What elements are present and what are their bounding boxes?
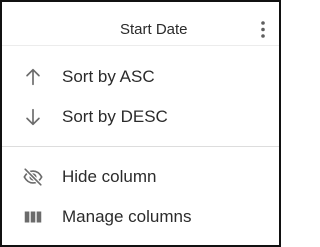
view-columns-icon: [22, 206, 44, 228]
sort-asc-menu-item[interactable]: Sort by ASC: [2, 57, 279, 97]
menu-divider: [2, 146, 279, 147]
arrow-down-icon: [22, 106, 44, 128]
sort-menu-section: Sort by ASC Sort by DESC: [2, 57, 279, 137]
column-actions-section: Hide column Manage columns: [2, 157, 279, 237]
column-header: Start Date: [2, 2, 279, 46]
more-vert-icon[interactable]: [257, 20, 269, 40]
column-header-title: Start Date: [120, 21, 188, 38]
column-menu-panel: Start Date Sort by ASC Sort by DESC Hide…: [0, 0, 281, 247]
manage-columns-label: Manage columns: [62, 207, 192, 226]
sort-desc-label: Sort by DESC: [62, 107, 168, 126]
eye-off-icon: [22, 166, 44, 188]
hide-column-menu-item[interactable]: Hide column: [2, 157, 279, 197]
manage-columns-menu-item[interactable]: Manage columns: [2, 197, 279, 237]
sort-asc-label: Sort by ASC: [62, 67, 155, 86]
sort-desc-menu-item[interactable]: Sort by DESC: [2, 97, 279, 137]
arrow-up-icon: [22, 66, 44, 88]
hide-column-label: Hide column: [62, 167, 157, 186]
